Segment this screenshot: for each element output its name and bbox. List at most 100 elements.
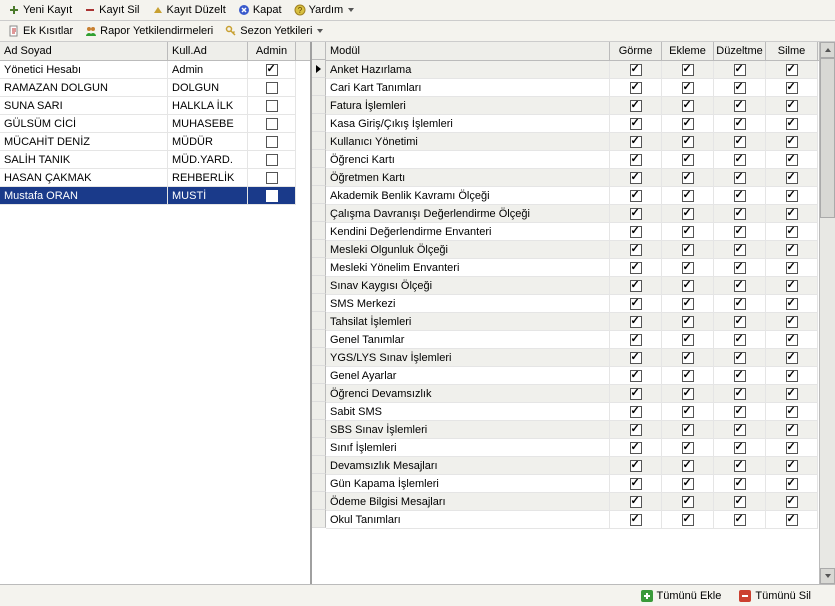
module-view-cell[interactable] [610,259,662,277]
del-checkbox[interactable] [786,208,798,220]
module-edit-cell[interactable] [714,151,766,169]
add-checkbox[interactable] [682,136,694,148]
module-row[interactable]: Kasa Giriş/Çıkış İşlemleri [326,115,819,133]
edit-checkbox[interactable] [734,208,746,220]
add-checkbox[interactable] [682,190,694,202]
module-edit-cell[interactable] [714,295,766,313]
add-checkbox[interactable] [682,424,694,436]
module-row[interactable]: Genel Ayarlar [326,367,819,385]
admin-checkbox[interactable] [266,100,278,112]
view-checkbox[interactable] [630,154,642,166]
module-view-cell[interactable] [610,133,662,151]
row-selector[interactable] [312,60,326,78]
add-checkbox[interactable] [682,64,694,76]
view-checkbox[interactable] [630,298,642,310]
row-selector[interactable] [312,438,326,456]
edit-checkbox[interactable] [734,100,746,112]
view-checkbox[interactable] [630,244,642,256]
view-checkbox[interactable] [630,262,642,274]
module-edit-cell[interactable] [714,241,766,259]
add-checkbox[interactable] [682,118,694,130]
row-selector[interactable] [312,294,326,312]
new-record-button[interactable]: Yeni Kayıt [4,3,76,17]
module-add-cell[interactable] [662,313,714,331]
module-add-cell[interactable] [662,367,714,385]
view-checkbox[interactable] [630,172,642,184]
row-selector[interactable] [312,240,326,258]
module-del-cell[interactable] [766,385,818,403]
module-edit-cell[interactable] [714,133,766,151]
col-admin[interactable]: Admin [248,42,296,60]
module-view-cell[interactable] [610,421,662,439]
module-add-cell[interactable] [662,79,714,97]
module-del-cell[interactable] [766,187,818,205]
module-row[interactable]: Sabit SMS [326,403,819,421]
module-view-cell[interactable] [610,439,662,457]
add-checkbox[interactable] [682,298,694,310]
col-user[interactable]: Kull.Ad [168,42,248,60]
edit-checkbox[interactable] [734,64,746,76]
row-selector[interactable] [312,222,326,240]
user-admin-cell[interactable] [248,169,296,187]
module-del-cell[interactable] [766,223,818,241]
del-checkbox[interactable] [786,478,798,490]
module-edit-cell[interactable] [714,457,766,475]
row-selector[interactable] [312,96,326,114]
row-selector[interactable] [312,456,326,474]
module-view-cell[interactable] [610,205,662,223]
module-edit-cell[interactable] [714,313,766,331]
col-del[interactable]: Silme [766,42,818,60]
user-row[interactable]: SUNA SARIHALKLA İLK [0,97,310,115]
view-checkbox[interactable] [630,208,642,220]
module-row[interactable]: Anket Hazırlama [326,61,819,79]
add-all-button[interactable]: Tümünü Ekle [637,589,726,603]
admin-checkbox[interactable] [266,136,278,148]
module-edit-cell[interactable] [714,475,766,493]
edit-checkbox[interactable] [734,442,746,454]
view-checkbox[interactable] [630,460,642,472]
module-del-cell[interactable] [766,97,818,115]
module-row[interactable]: Okul Tanımları [326,511,819,529]
row-selector[interactable] [312,132,326,150]
del-checkbox[interactable] [786,460,798,472]
module-edit-cell[interactable] [714,259,766,277]
edit-checkbox[interactable] [734,190,746,202]
view-checkbox[interactable] [630,82,642,94]
admin-checkbox[interactable] [266,118,278,130]
module-edit-cell[interactable] [714,403,766,421]
module-add-cell[interactable] [662,331,714,349]
del-checkbox[interactable] [786,280,798,292]
module-edit-cell[interactable] [714,205,766,223]
module-view-cell[interactable] [610,349,662,367]
module-add-cell[interactable] [662,133,714,151]
add-checkbox[interactable] [682,370,694,382]
add-checkbox[interactable] [682,172,694,184]
user-row[interactable]: GÜLSÜM CİCİMUHASEBE [0,115,310,133]
user-row[interactable]: SALİH TANIKMÜD.YARD. [0,151,310,169]
module-view-cell[interactable] [610,313,662,331]
add-checkbox[interactable] [682,262,694,274]
edit-checkbox[interactable] [734,370,746,382]
admin-checkbox[interactable] [266,172,278,184]
module-row[interactable]: Devamsızlık Mesajları [326,457,819,475]
user-row[interactable]: Mustafa ORANMUSTİ [0,187,310,205]
user-admin-cell[interactable] [248,61,296,79]
module-edit-cell[interactable] [714,169,766,187]
view-checkbox[interactable] [630,442,642,454]
edit-checkbox[interactable] [734,280,746,292]
module-row[interactable]: Mesleki Yönelim Envanteri [326,259,819,277]
user-admin-cell[interactable] [248,133,296,151]
view-checkbox[interactable] [630,352,642,364]
del-checkbox[interactable] [786,424,798,436]
module-view-cell[interactable] [610,97,662,115]
module-add-cell[interactable] [662,493,714,511]
view-checkbox[interactable] [630,370,642,382]
module-row[interactable]: Genel Tanımlar [326,331,819,349]
add-checkbox[interactable] [682,460,694,472]
del-checkbox[interactable] [786,118,798,130]
del-checkbox[interactable] [786,352,798,364]
add-checkbox[interactable] [682,100,694,112]
module-del-cell[interactable] [766,61,818,79]
module-view-cell[interactable] [610,187,662,205]
edit-checkbox[interactable] [734,334,746,346]
